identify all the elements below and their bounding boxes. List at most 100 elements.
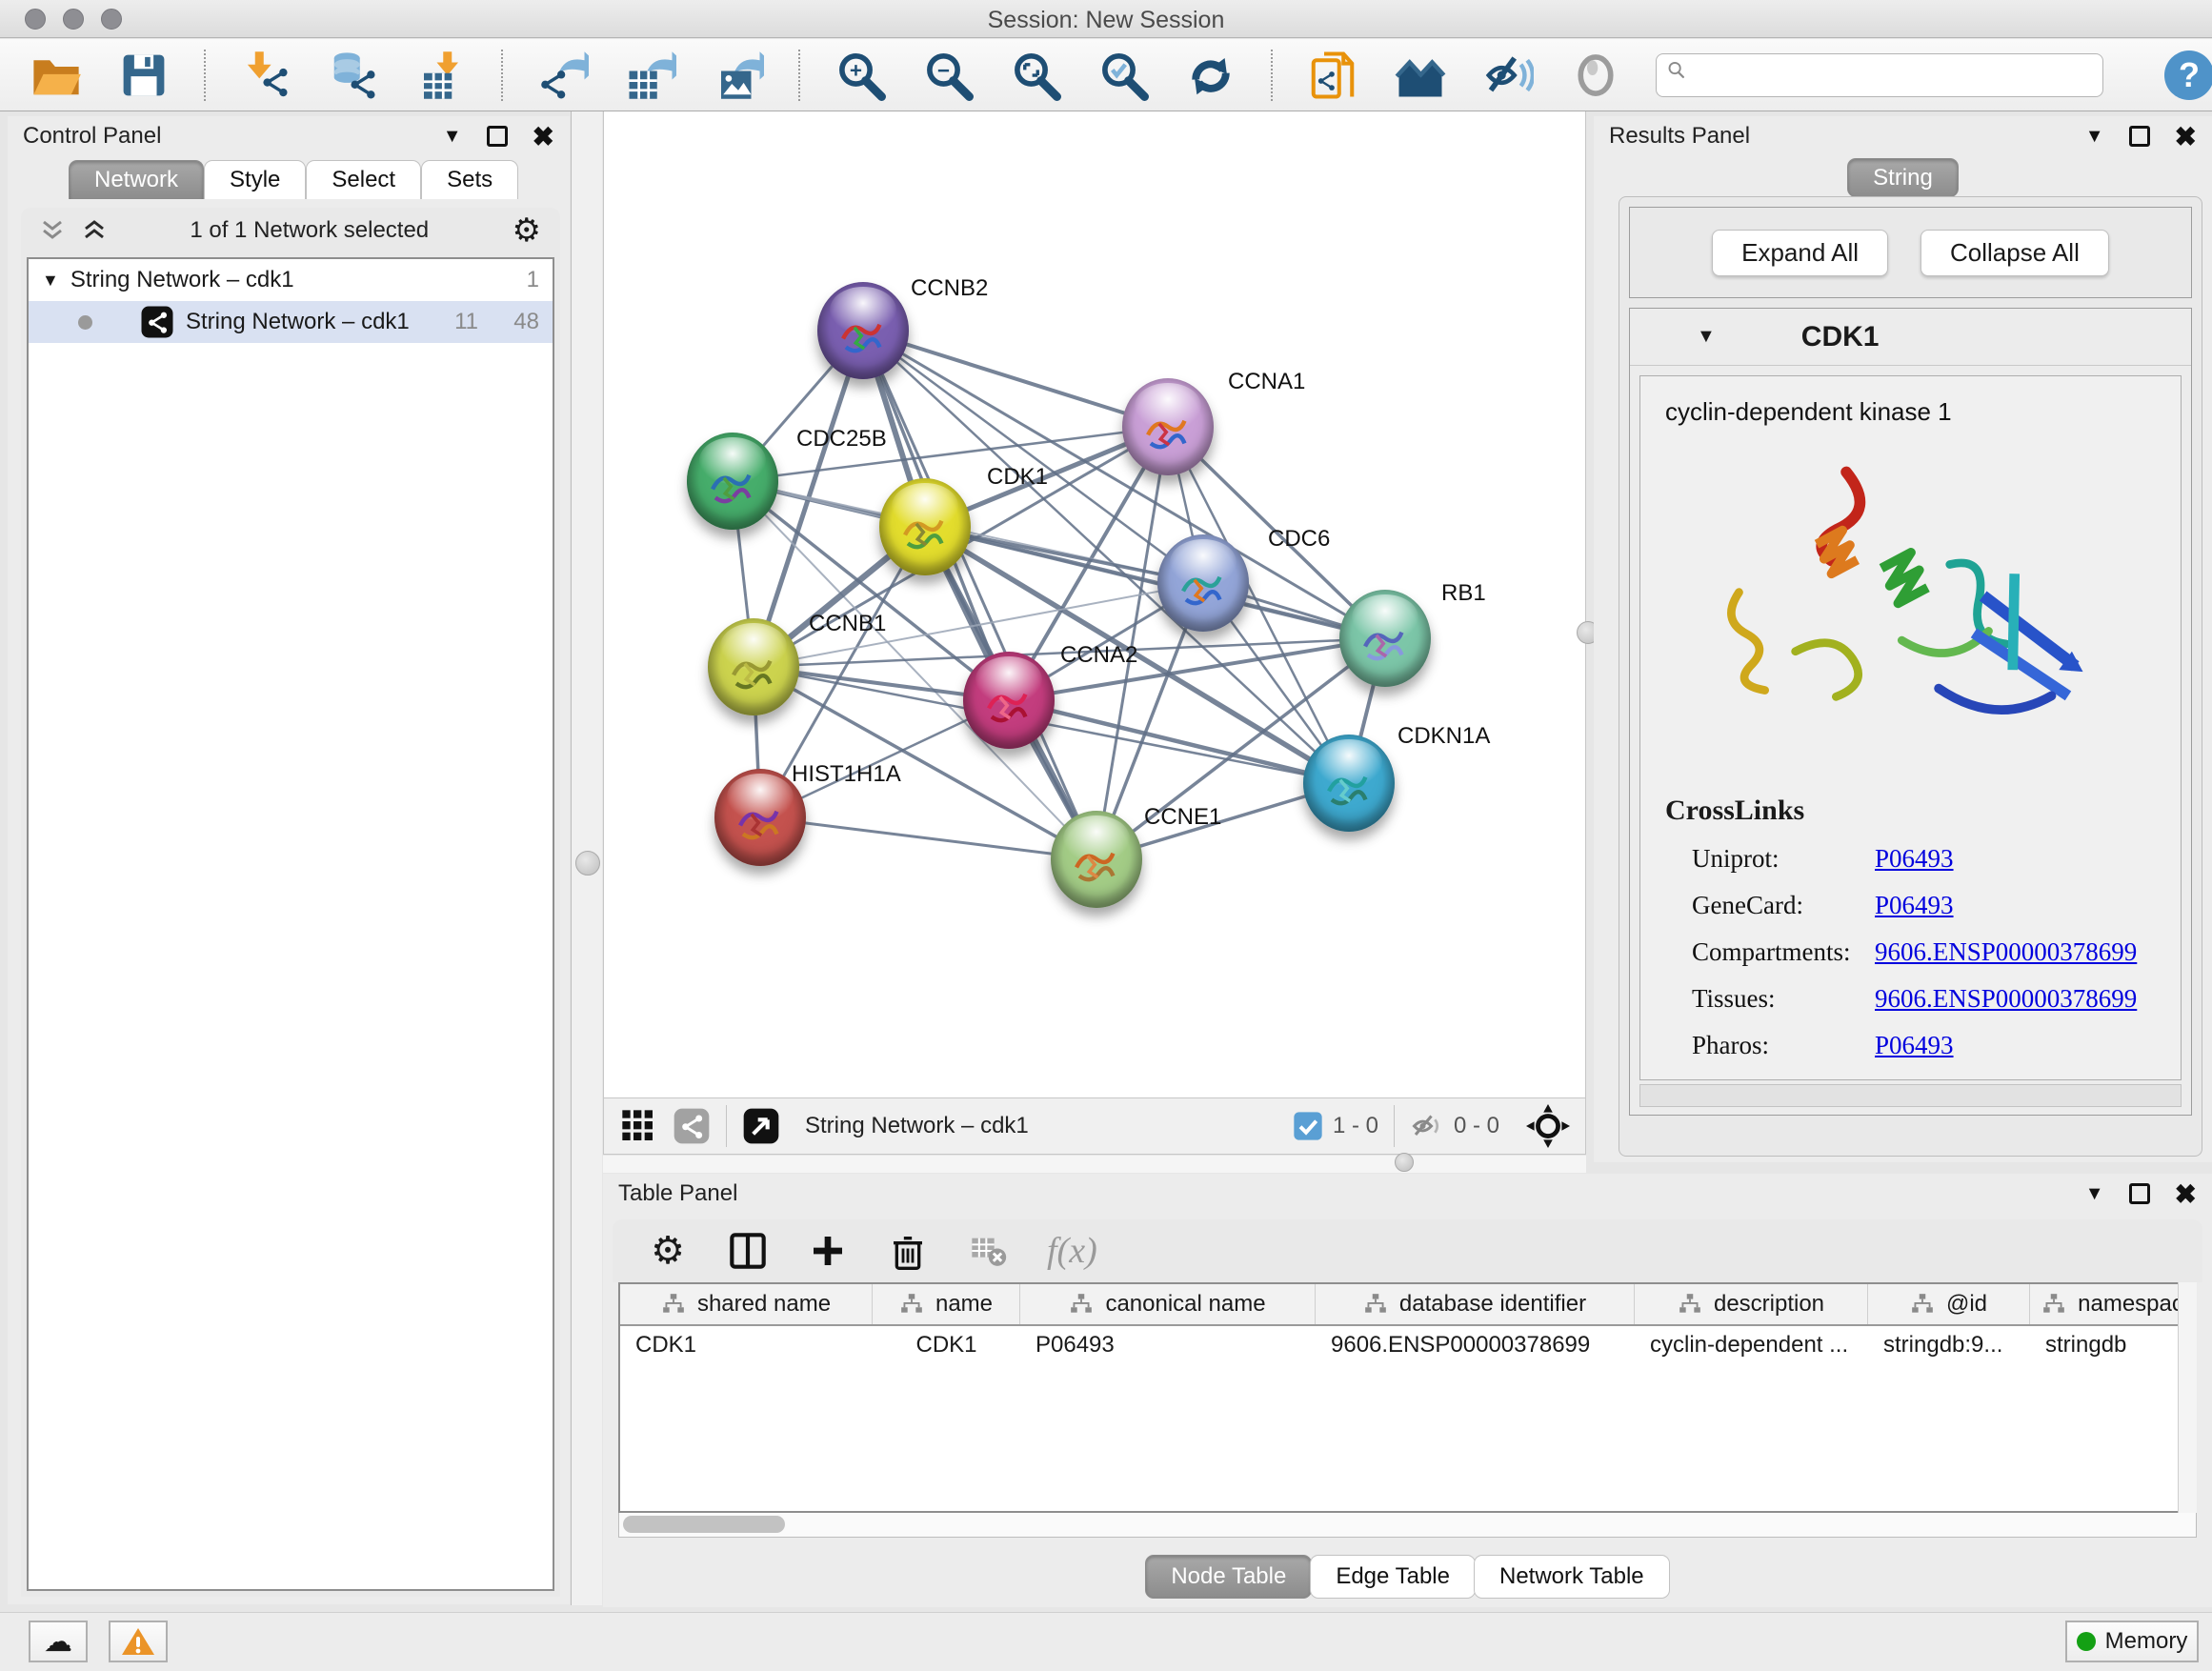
panel-menu-icon[interactable]: ▼: [2085, 1183, 2104, 1205]
birdseye-grid-icon[interactable]: [619, 1107, 657, 1145]
edge-HIST1H1A-CCNE1[interactable]: [760, 817, 1096, 859]
warnings-button[interactable]: [109, 1621, 168, 1662]
table-row[interactable]: CDK1CDK1P064939606.ENSP00000378699cyclin…: [620, 1326, 2195, 1366]
node-label-CDK1: CDK1: [987, 464, 1048, 491]
detach-view-icon[interactable]: [742, 1107, 780, 1145]
node-CDC25B[interactable]: [687, 433, 778, 530]
zoom-selected-icon[interactable]: [1096, 48, 1151, 103]
node-CDK1[interactable]: [879, 478, 971, 575]
splitter-grip[interactable]: [1395, 1153, 1414, 1172]
panel-float-icon[interactable]: [487, 126, 508, 147]
table-vertical-scrollbar[interactable]: [2178, 1282, 2197, 1513]
edge-CCNB2-CCNA1[interactable]: [863, 331, 1168, 427]
table-cell[interactable]: stringdb: [2030, 1326, 2195, 1366]
column-header--id[interactable]: @id: [1868, 1284, 2030, 1324]
clone-network-icon[interactable]: [1305, 48, 1360, 103]
add-column-icon[interactable]: [807, 1230, 849, 1272]
panel-close-icon[interactable]: ✖: [533, 121, 554, 152]
table-cell[interactable]: CDK1: [620, 1326, 873, 1366]
hide-selected-icon[interactable]: [1480, 48, 1536, 103]
crosslink-link[interactable]: P06493: [1875, 1031, 1954, 1060]
panel-menu-icon[interactable]: ▼: [2085, 126, 2104, 148]
import-table-icon[interactable]: [413, 48, 469, 103]
import-network-database-icon[interactable]: [326, 48, 381, 103]
table-cell[interactable]: P06493: [1020, 1326, 1316, 1366]
table-options-gear-icon[interactable]: ⚙: [647, 1230, 689, 1272]
panel-float-icon[interactable]: [2129, 126, 2150, 147]
save-session-icon[interactable]: [116, 48, 171, 103]
panel-close-icon[interactable]: ✖: [2175, 1178, 2197, 1210]
table-cell[interactable]: 9606.ENSP00000378699: [1316, 1326, 1635, 1366]
table-cell[interactable]: cyclin-dependent ...: [1635, 1326, 1868, 1366]
node-CCNA1[interactable]: [1122, 378, 1214, 475]
splitter-grip[interactable]: [575, 851, 600, 876]
tab-string[interactable]: String: [1847, 158, 1959, 197]
open-session-icon[interactable]: [29, 48, 84, 103]
column-header-shared-name[interactable]: shared name: [620, 1284, 873, 1324]
tab-node-table[interactable]: Node Table: [1145, 1555, 1312, 1599]
toolbar-divider: [798, 50, 800, 101]
column-header-namespac[interactable]: namespac: [2030, 1284, 2195, 1324]
collapse-arrow-icon[interactable]: ▼: [1697, 326, 1716, 348]
import-network-icon[interactable]: [238, 48, 293, 103]
network-view-icon[interactable]: [673, 1107, 711, 1145]
column-header-database-identifier[interactable]: database identifier: [1316, 1284, 1635, 1324]
table-cell[interactable]: stringdb:9...: [1868, 1326, 2030, 1366]
network-row[interactable]: String Network – cdk1 11 48: [29, 301, 553, 343]
expand-all-button[interactable]: Expand All: [1712, 230, 1888, 276]
tab-network[interactable]: Network: [69, 160, 204, 199]
help-button[interactable]: ?: [2164, 50, 2212, 100]
collapse-arrow-icon[interactable]: ▼: [42, 271, 59, 291]
crosslink-link[interactable]: 9606.ENSP00000378699: [1875, 984, 2137, 1014]
column-header-canonical-name[interactable]: canonical name: [1020, 1284, 1316, 1324]
table-horizontal-scrollbar[interactable]: [618, 1513, 2197, 1538]
crosslink-link[interactable]: 9606.ENSP00000378699: [1875, 937, 2137, 967]
node-CDC6[interactable]: [1157, 534, 1249, 632]
node-CCNB1[interactable]: [708, 618, 799, 715]
tab-sets[interactable]: Sets: [421, 160, 518, 199]
column-header-name[interactable]: name: [873, 1284, 1020, 1324]
tab-network-table[interactable]: Network Table: [1474, 1555, 1670, 1599]
function-builder-icon[interactable]: f(x): [1047, 1230, 1097, 1272]
cloud-button[interactable]: ☁: [29, 1621, 88, 1662]
memory-button[interactable]: Memory: [2065, 1621, 2199, 1662]
panel-float-icon[interactable]: [2129, 1183, 2150, 1204]
svg-text:−: −: [937, 58, 950, 82]
fit-content-icon[interactable]: [1526, 1104, 1570, 1148]
node-RB1[interactable]: [1339, 590, 1431, 687]
node-CCNE1[interactable]: [1051, 811, 1142, 908]
zoom-fit-icon[interactable]: [1008, 48, 1063, 103]
node-CCNB2[interactable]: [817, 282, 909, 379]
zoom-in-icon[interactable]: +: [833, 48, 888, 103]
tab-edge-table[interactable]: Edge Table: [1310, 1555, 1476, 1599]
panel-menu-icon[interactable]: ▼: [443, 126, 462, 148]
network-collection-row[interactable]: ▼ String Network – cdk1 1: [29, 259, 553, 301]
tab-style[interactable]: Style: [204, 160, 306, 199]
panel-close-icon[interactable]: ✖: [2175, 121, 2197, 152]
table-cell[interactable]: CDK1: [873, 1326, 1020, 1366]
node-CDKN1A[interactable]: [1303, 735, 1395, 832]
expand-all-icon[interactable]: [82, 218, 107, 243]
first-neighbors-icon[interactable]: [1393, 48, 1448, 103]
collapse-all-button[interactable]: Collapse All: [1920, 230, 2109, 276]
crosslink-row: Compartments:9606.ENSP00000378699: [1665, 937, 2156, 967]
crosslink-link[interactable]: P06493: [1875, 891, 1954, 920]
export-image-icon[interactable]: [711, 48, 766, 103]
crosslink-link[interactable]: P06493: [1875, 844, 1954, 874]
show-columns-icon[interactable]: [727, 1230, 769, 1272]
zoom-out-icon[interactable]: −: [920, 48, 975, 103]
node-CCNA2[interactable]: [963, 652, 1055, 749]
column-header-description[interactable]: description: [1635, 1284, 1868, 1324]
refresh-icon[interactable]: [1183, 48, 1238, 103]
tab-select[interactable]: Select: [306, 160, 421, 199]
export-network-icon[interactable]: [535, 48, 591, 103]
network-canvas[interactable]: CCNB2 CCNA1 CDC25B CDK1 CDC6 RB1 CCNB1 C…: [603, 111, 1586, 1097]
export-table-icon[interactable]: [623, 48, 678, 103]
results-scrollbar[interactable]: [1639, 1084, 2182, 1107]
delete-column-icon[interactable]: [887, 1230, 929, 1272]
horizontal-splitter[interactable]: [603, 1156, 1586, 1173]
protein-section-header[interactable]: ▼ CDK1: [1630, 309, 2191, 366]
network-options-gear-icon[interactable]: ⚙: [513, 211, 541, 250]
collapse-all-icon[interactable]: [40, 218, 65, 243]
search-input[interactable]: [1656, 53, 2103, 97]
